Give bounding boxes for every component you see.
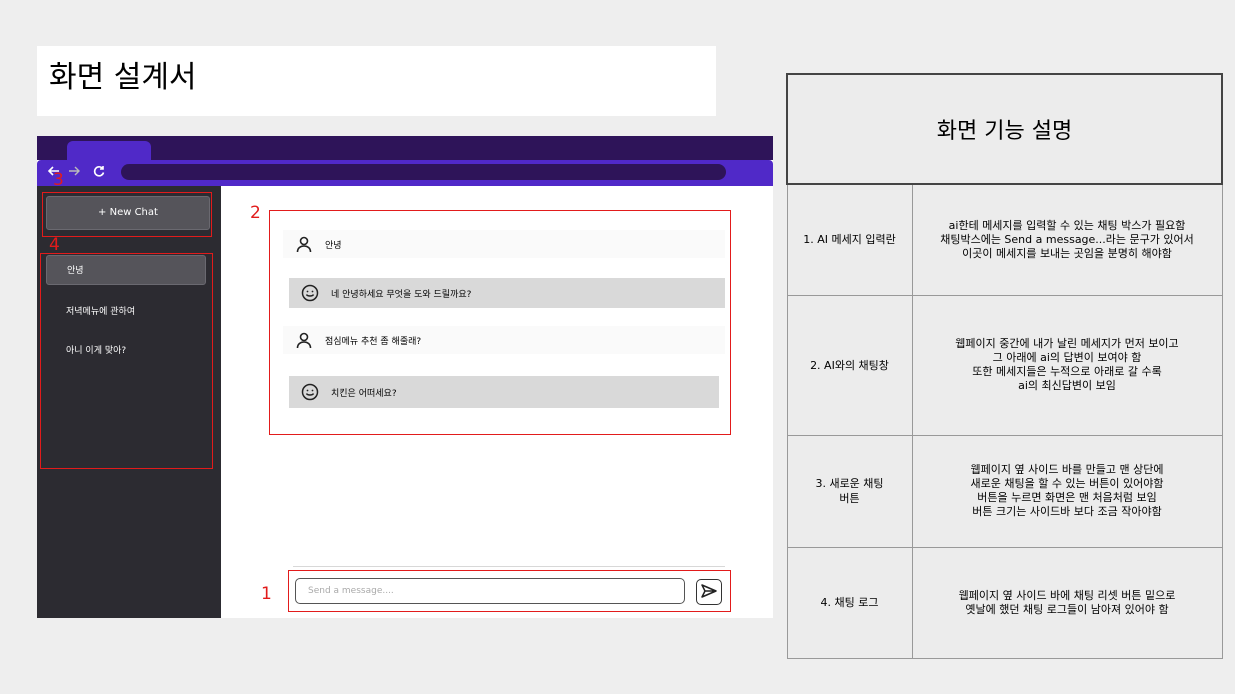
url-bar[interactable] <box>121 164 726 180</box>
annotation-number: 4 <box>49 235 60 255</box>
table-row: 3. 새로운 채팅 버튼 웹페이지 옆 사이드 바를 만들고 맨 상단에 새로운… <box>786 434 1223 548</box>
annotation-number: 1 <box>261 584 272 604</box>
table-row: 1. AI 메세지 입력란 ai한테 메세지를 입력할 수 있는 채팅 박스가 … <box>786 183 1223 296</box>
annotation-number: 3 <box>53 170 64 190</box>
title-box: 화면 설계서 <box>37 46 716 116</box>
annotation-number: 2 <box>250 203 261 223</box>
table-row: 2. AI와의 채팅창 웹페이지 중간에 내가 날린 메세지가 먼저 보이고 그… <box>786 294 1223 436</box>
annotation-box-chat-window <box>269 210 731 435</box>
row-label: 2. AI와의 채팅창 <box>786 294 913 436</box>
forward-arrow-icon[interactable] <box>67 164 81 182</box>
page-title: 화면 설계서 <box>49 60 197 95</box>
browser-navbar <box>37 160 773 186</box>
refresh-icon[interactable] <box>92 164 106 182</box>
input-divider <box>293 566 725 567</box>
row-label: 3. 새로운 채팅 버튼 <box>786 434 913 548</box>
row-description: ai한테 메세지를 입력할 수 있는 채팅 박스가 필요함 채팅박스에는 Sen… <box>911 183 1223 296</box>
row-description: 웹페이지 중간에 내가 날린 메세지가 먼저 보이고 그 아래에 ai의 답변이… <box>911 294 1223 436</box>
row-description: 웹페이지 옆 사이드 바에 채팅 리셋 버튼 밑으로 옛날에 했던 채팅 로그들… <box>911 546 1223 659</box>
annotation-box-message-input <box>288 570 731 612</box>
annotation-box-new-chat <box>42 192 212 237</box>
table-row: 4. 채팅 로그 웹페이지 옆 사이드 바에 채팅 리셋 버튼 밑으로 옛날에 … <box>786 546 1223 659</box>
row-description: 웹페이지 옆 사이드 바를 만들고 맨 상단에 새로운 채팅을 할 수 있는 버… <box>911 434 1223 548</box>
row-label: 1. AI 메세지 입력란 <box>786 183 913 296</box>
annotation-box-chat-log <box>40 253 213 469</box>
table-header: 화면 기능 설명 <box>786 73 1223 185</box>
browser-tabbar <box>37 136 773 163</box>
row-label: 4. 채팅 로그 <box>786 546 913 659</box>
feature-description-table: 화면 기능 설명 1. AI 메세지 입력란 ai한테 메세지를 입력할 수 있… <box>786 73 1223 659</box>
